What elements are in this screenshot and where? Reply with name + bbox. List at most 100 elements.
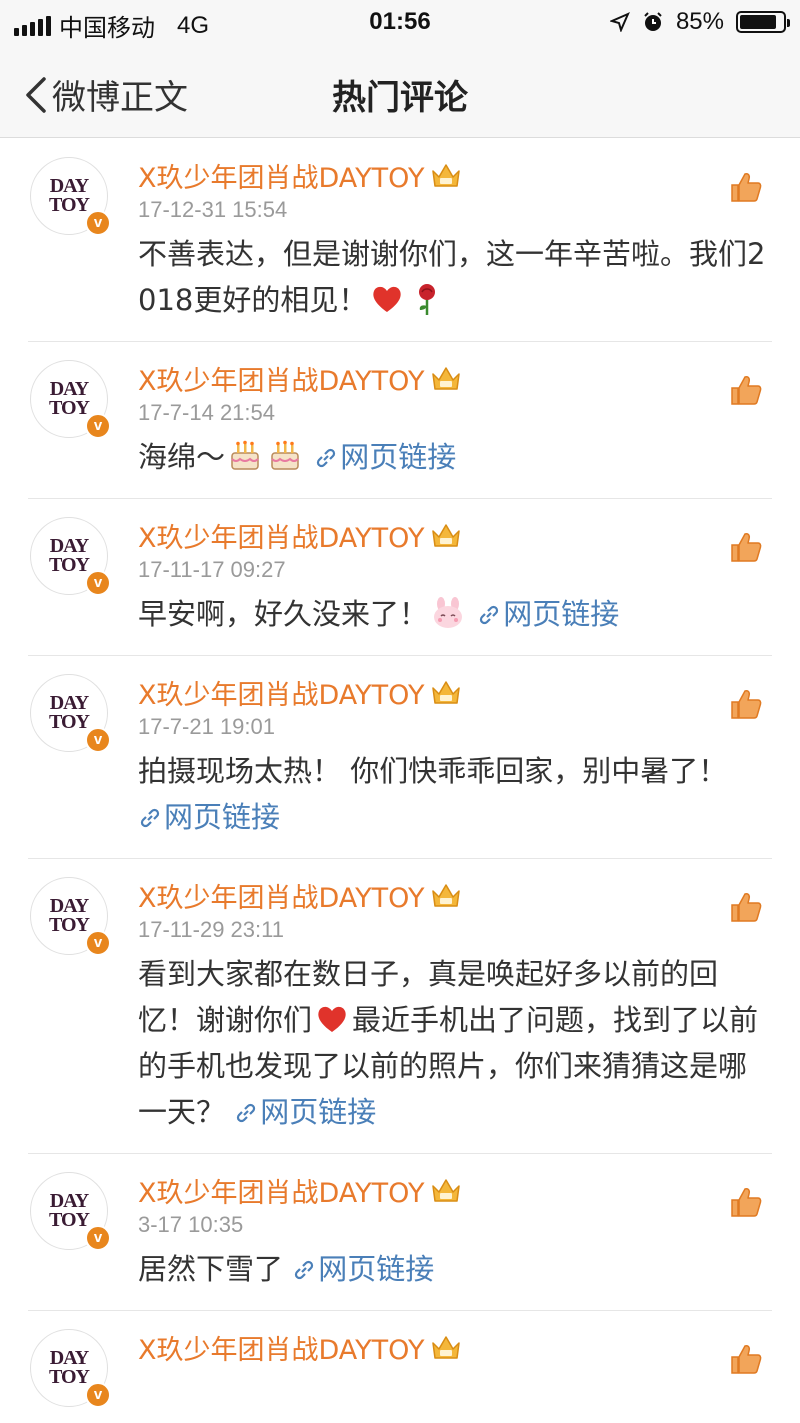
author-row: X玖少年团肖战DAYTOY (138, 875, 772, 915)
author-name[interactable]: X玖少年团肖战DAYTOY (138, 156, 424, 195)
battery-icon (736, 11, 790, 33)
author-row: X玖少年团肖战DAYTOY (138, 672, 772, 712)
comment-item[interactable]: DAY TOY v X玖少年团肖战DAYTOY 3-17 10:35 居然下雪了 网页链接 (28, 1154, 772, 1311)
web-link[interactable]: 网页链接 (477, 597, 619, 631)
link-icon (480, 605, 499, 625)
comment-text: 看到大家都在数日子，真是唤起好多以前的回忆！谢谢你们 最近手机出了问题，找到了以前… (138, 951, 772, 1135)
bunny-emoji (434, 597, 463, 628)
comment-item[interactable]: DAY TOY v X玖少年团肖战DAYTOY 17-7-14 21:54 海绵～ 网页链… (28, 342, 772, 499)
avatar[interactable]: DAY TOY v (30, 517, 111, 596)
thumbs-up-icon[interactable] (728, 169, 764, 205)
author-name[interactable]: X玖少年团肖战DAYTOY (138, 876, 424, 915)
avatar[interactable]: DAY TOY v (30, 877, 111, 956)
heart-emoji (373, 286, 402, 312)
rose-emoji (419, 284, 436, 315)
cake-emoji (271, 440, 299, 470)
crown-icon (432, 884, 461, 907)
web-link-label: 网页链接 (503, 597, 620, 631)
avatar[interactable]: DAY TOY v (30, 1329, 111, 1408)
comment-body: 居然下雪了 (138, 1252, 284, 1286)
author-row: X玖少年团肖战DAYTOY (138, 1327, 772, 1367)
verified-v-badge-icon: v (85, 1382, 111, 1408)
avatar-logo: DAY TOY (49, 535, 90, 576)
comment-body: 海绵～ (138, 440, 226, 474)
chevron-left-icon (26, 76, 46, 113)
web-link[interactable]: 网页链接 (314, 440, 456, 474)
avatar-logo: DAY TOY (49, 175, 90, 216)
crown-icon (432, 164, 461, 187)
author-name[interactable]: X玖少年团肖战DAYTOY (138, 1171, 424, 1210)
thumbs-up-icon[interactable] (728, 529, 764, 565)
verified-v-badge-icon: v (85, 413, 111, 439)
author-name[interactable]: X玖少年团肖战DAYTOY (138, 516, 424, 555)
web-link[interactable]: 网页链接 (138, 800, 280, 834)
avatar-logo: DAY TOY (49, 1347, 90, 1388)
location-arrow-icon (609, 12, 630, 32)
thumbs-up-icon[interactable] (728, 1184, 764, 1220)
author-row: X玖少年团肖战DAYTOY (138, 358, 772, 398)
back-button[interactable]: 微博正文 (22, 70, 188, 119)
comment-list: DAY TOY v X玖少年团肖战DAYTOY 17-12-31 15:54 不善表达，但… (0, 139, 800, 1408)
link-icon (140, 808, 160, 828)
crown-icon (432, 1179, 461, 1202)
web-link-label: 网页链接 (164, 800, 281, 834)
comment-time: 17-11-29 23:11 (138, 917, 284, 942)
comment-time: 17-7-21 19:01 (138, 714, 275, 739)
thumbs-up-icon[interactable] (728, 889, 764, 925)
crown-icon (432, 1336, 461, 1359)
author-name[interactable]: X玖少年团肖战DAYTOY (138, 1328, 424, 1367)
avatar[interactable]: DAY TOY v (30, 360, 111, 439)
author-row: X玖少年团肖战DAYTOY (138, 1170, 772, 1210)
verified-v-badge-icon: v (85, 727, 111, 753)
author-row: X玖少年团肖战DAYTOY (138, 515, 772, 555)
status-bar: 中国移动 4G 01:56 85% (0, 0, 800, 46)
link-icon (295, 1260, 314, 1280)
verified-v-badge-icon: v (85, 1225, 111, 1251)
comment-item[interactable]: DAY TOY v X玖少年团肖战DAYTOY 17-12-31 15:54 不善表达，但… (28, 139, 772, 342)
comment-time: 17-7-14 21:54 (138, 400, 275, 425)
comment-item[interactable]: DAY TOY v X玖少年团肖战DAYTOY 17-11-17 09:27 早安啊，好久… (28, 499, 772, 656)
comment-text: 拍摄现场太热！ 你们快乖乖回家，别中暑了！ 网页链接 (138, 748, 772, 840)
thumbs-up-icon[interactable] (728, 1341, 764, 1377)
comment-time: 3-17 10:35 (138, 1212, 244, 1237)
web-link-label: 网页链接 (260, 1095, 377, 1129)
crown-icon (432, 367, 461, 390)
avatar[interactable]: DAY TOY v (30, 674, 111, 753)
author-name[interactable]: X玖少年团肖战DAYTOY (138, 673, 424, 712)
battery-percent: 85% (675, 8, 724, 35)
comment-text: 早安啊，好久没来了！ 网页链接 (138, 591, 772, 637)
avatar-logo: DAY TOY (49, 1190, 90, 1231)
avatar[interactable]: DAY TOY v (30, 1172, 111, 1251)
comment-item[interactable]: DAY TOY v X玖少年团肖战DAYTOY 17-7-21 19:01 拍摄现场太热！… (28, 656, 772, 859)
heart-emoji (318, 1006, 346, 1032)
crown-icon (432, 524, 461, 547)
back-label: 微博正文 (52, 78, 188, 118)
web-link[interactable]: 网页链接 (234, 1095, 376, 1129)
comment-item[interactable]: DAY TOY v X玖少年团肖战DAYTOY 17-11-29 23:11 看到大家都在… (28, 859, 772, 1154)
battery-level (740, 15, 776, 29)
author-name[interactable]: X玖少年团肖战DAYTOY (138, 359, 424, 398)
avatar-logo: DAY TOY (49, 692, 90, 733)
verified-v-badge-icon: v (85, 930, 111, 956)
comment-body: 拍摄现场太热！ 你们快乖乖回家，别中暑了！ (138, 754, 728, 788)
alarm-clock-icon (644, 12, 662, 31)
avatar[interactable]: DAY TOY v (30, 157, 111, 236)
avatar-logo: DAY TOY (49, 895, 90, 936)
comment-text: 海绵～ 网页链接 (138, 434, 772, 480)
comment-item[interactable]: DAY TOY v X玖少年团肖战DAYTOY (28, 1311, 772, 1408)
nav-bar: 微博正文 热门评论 (0, 46, 800, 138)
avatar-logo: DAY TOY (49, 378, 90, 419)
link-icon (317, 448, 336, 468)
web-link-label: 网页链接 (340, 440, 457, 474)
comment-body: 不善表达，但是谢谢你们，这一年辛苦啦。我们2018更好的相见！ (138, 237, 766, 317)
comment-body: 早安啊，好久没来了！ (138, 597, 429, 631)
thumbs-up-icon[interactable] (728, 686, 764, 722)
comment-time: 17-11-17 09:27 (138, 557, 286, 582)
crown-icon (432, 681, 461, 704)
status-right: 85% (609, 8, 790, 36)
comment-time: 17-12-31 15:54 (138, 197, 288, 222)
web-link[interactable]: 网页链接 (292, 1252, 434, 1286)
comment-text: 居然下雪了 网页链接 (138, 1246, 772, 1292)
cake-emoji (231, 440, 259, 470)
thumbs-up-icon[interactable] (728, 372, 764, 408)
